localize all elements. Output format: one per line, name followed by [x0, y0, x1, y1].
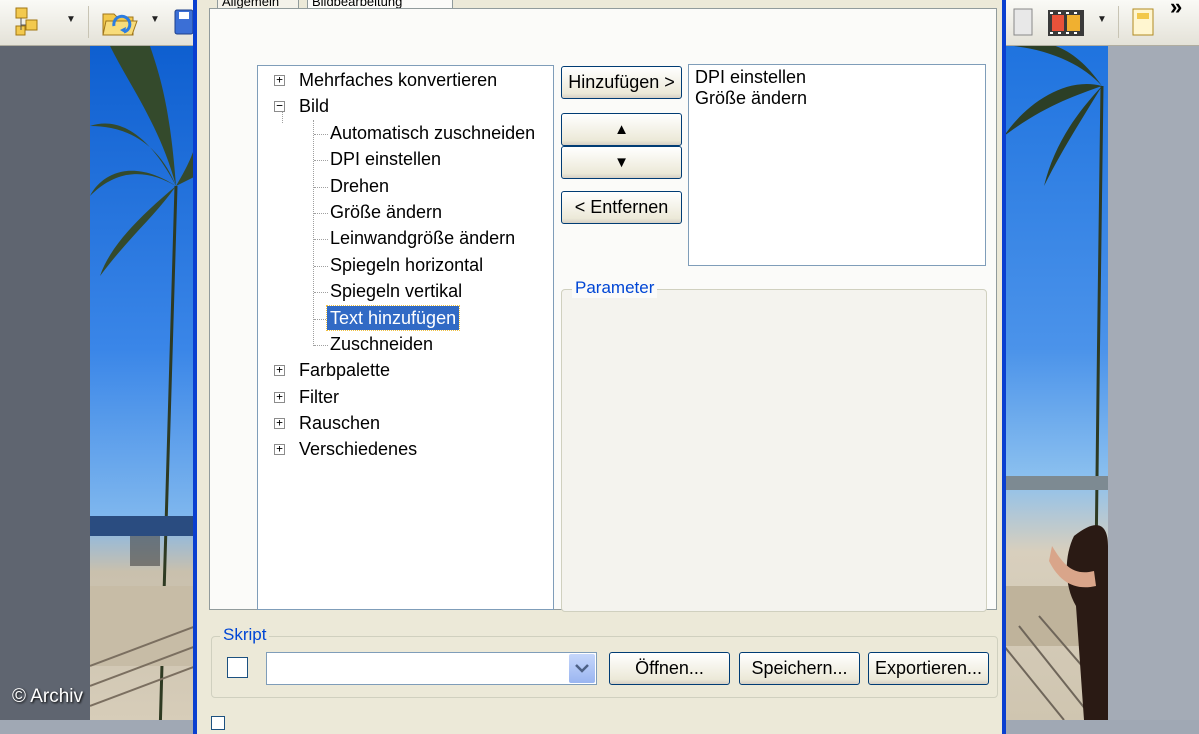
dropdown-arrow-icon[interactable]: ▼ — [150, 14, 160, 25]
tree-item-mehrfaches-konvertieren[interactable]: + Mehrfaches konvertieren — [258, 68, 553, 94]
tree-item-zuschneiden[interactable]: Zuschneiden — [258, 332, 553, 358]
tree-item-label: Zuschneiden — [330, 333, 434, 354]
parameter-group-title: Parameter — [572, 278, 658, 298]
toolbar-separator — [1118, 6, 1119, 38]
tree-item-drehen[interactable]: Drehen — [258, 174, 553, 200]
tree-item-label: Automatisch zuschneiden — [330, 122, 536, 143]
tree-item-label: Filter — [299, 386, 339, 407]
expand-plus-icon[interactable]: + — [274, 417, 285, 430]
script-checkbox[interactable] — [227, 657, 248, 678]
tree-connector — [314, 239, 328, 241]
tree-item-label: Drehen — [330, 175, 390, 196]
document-icon[interactable] — [1008, 4, 1038, 40]
tree-item-text-hinzufuegen[interactable]: Text hinzufügen — [258, 304, 553, 332]
tree-item-filter[interactable]: + Filter — [258, 385, 553, 411]
action-tree[interactable]: + Mehrfaches konvertieren − Bild Automat… — [257, 65, 554, 610]
tree-item-farbpalette[interactable]: + Farbpalette — [258, 358, 553, 384]
tree-item-leinwandgroesse-aendern[interactable]: Leinwandgröße ändern — [258, 226, 553, 252]
page-icon[interactable] — [1126, 4, 1160, 40]
toolbar-separator — [88, 6, 89, 38]
parameter-group: Parameter — [561, 278, 987, 612]
list-item[interactable]: Größe ändern — [695, 88, 979, 109]
batch-conversion-dialog: Allgemein Bildbearbeitung + Mehrfaches k… — [193, 0, 1006, 734]
export-button[interactable]: Exportieren... — [868, 652, 989, 685]
footer-checkbox[interactable] — [211, 716, 225, 730]
background-photo-left — [90, 46, 196, 720]
open-folder-icon[interactable] — [100, 4, 140, 40]
tree-item-rauschen[interactable]: + Rauschen — [258, 411, 553, 437]
tree-connector — [314, 212, 328, 214]
script-group: Skript Öffnen... Speichern... Exportiere… — [211, 625, 998, 698]
expand-plus-icon[interactable]: + — [274, 74, 285, 86]
tree-item-label: Verschiedenes — [299, 439, 418, 460]
tree-connector — [314, 160, 328, 162]
tree-connector — [314, 318, 328, 320]
tree-item-groesse-aendern[interactable]: Größe ändern — [258, 200, 553, 226]
collapse-minus-icon[interactable]: − — [274, 100, 285, 113]
tree-item-label: Farbpalette — [299, 360, 391, 381]
tree-connector — [314, 265, 328, 267]
watermark-text: © Archiv — [12, 686, 84, 707]
dropdown-arrow-icon[interactable]: ▼ — [1097, 14, 1107, 25]
background-window-edge — [1108, 46, 1199, 720]
expand-plus-icon[interactable]: + — [274, 364, 285, 377]
tree-item-label: Größe ändern — [330, 201, 443, 222]
tree-connector — [314, 186, 328, 188]
selected-actions-list[interactable]: DPI einstellen Größe ändern — [688, 64, 986, 266]
tree-connector — [314, 292, 328, 294]
tree-item-automatisch-zuschneiden[interactable]: Automatisch zuschneiden — [258, 121, 553, 147]
tree-item-spiegeln-horizontal[interactable]: Spiegeln horizontal — [258, 253, 553, 279]
tree-item-label-selected: Text hinzufügen — [325, 304, 461, 331]
dropdown-arrow-icon[interactable]: ▼ — [66, 14, 76, 25]
tree-connector — [314, 133, 328, 135]
save-button[interactable]: Speichern... — [739, 652, 860, 685]
tree-item-dpi-einstellen[interactable]: DPI einstellen — [258, 147, 553, 173]
tree-item-verschiedenes[interactable]: + Verschiedenes — [258, 437, 553, 463]
tree-item-label: Bild — [299, 96, 330, 117]
tree-item-label: Rauschen — [299, 413, 381, 434]
tree-view-icon[interactable] — [10, 4, 50, 40]
tree-item-label: Spiegeln vertikal — [330, 281, 463, 302]
chevron-down-icon[interactable] — [569, 654, 595, 683]
script-combobox[interactable] — [266, 652, 597, 685]
tree-item-bild[interactable]: − Bild — [258, 94, 553, 120]
move-up-button[interactable]: ▲ — [561, 113, 682, 146]
toolbar-overflow-icon[interactable]: » — [1170, 0, 1182, 20]
background-photo-right — [1004, 46, 1108, 720]
save-icon[interactable] — [172, 4, 194, 40]
tree-item-label: Spiegeln horizontal — [330, 254, 484, 275]
expand-plus-icon[interactable]: + — [274, 443, 285, 456]
open-button[interactable]: Öffnen... — [609, 652, 730, 685]
add-button[interactable]: Hinzufügen > — [561, 66, 682, 99]
tree-item-spiegeln-vertikal[interactable]: Spiegeln vertikal — [258, 279, 553, 305]
tree-connector — [314, 344, 328, 346]
script-group-title: Skript — [220, 625, 270, 645]
move-down-button[interactable]: ▼ — [561, 146, 682, 179]
tree-item-label: Leinwandgröße ändern — [330, 228, 516, 249]
expand-plus-icon[interactable]: + — [274, 391, 285, 403]
background-window-edge — [0, 46, 90, 720]
list-item[interactable]: DPI einstellen — [695, 67, 979, 88]
filmstrip-icon[interactable] — [1044, 4, 1094, 40]
tree-item-label: DPI einstellen — [330, 149, 442, 170]
tree-item-label: Mehrfaches konvertieren — [299, 70, 498, 90]
tab-panel: + Mehrfaches konvertieren − Bild Automat… — [209, 8, 997, 612]
remove-button[interactable]: < Entfernen — [561, 191, 682, 224]
